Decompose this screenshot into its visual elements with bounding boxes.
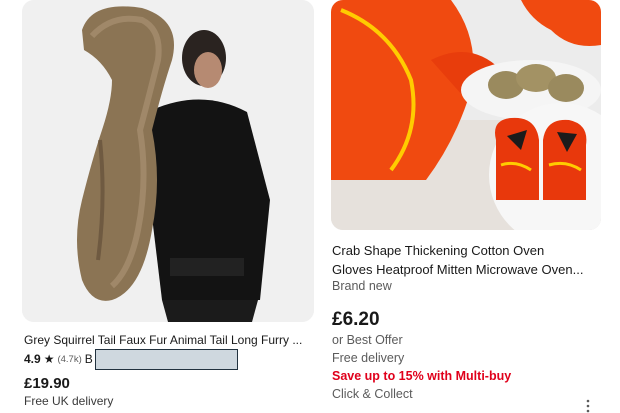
star-icon: ★ (43, 352, 55, 366)
rating-count: (4.7k) (57, 353, 82, 365)
listing-title[interactable]: Crab Shape Thickening Cotton Oven Gloves… (332, 241, 602, 279)
delivery-info: Free delivery (332, 351, 405, 365)
more-options-icon[interactable] (585, 399, 591, 413)
listing-title[interactable]: Grey Squirrel Tail Faux Fur Animal Tail … (24, 331, 314, 350)
listing-title-line-1[interactable]: Crab Shape Thickening Cotton Oven (332, 241, 602, 260)
condition-label: Brand new (332, 279, 392, 293)
price: £19.90 (24, 375, 70, 392)
listing-image[interactable] (331, 0, 601, 230)
listing-image[interactable] (22, 0, 314, 322)
seller-prefix: B (84, 352, 93, 366)
redacted-box (95, 349, 238, 370)
delivery-info: Free UK delivery (24, 394, 114, 408)
click-and-collect: Click & Collect (332, 387, 413, 401)
listing-title-line-2[interactable]: Gloves Heatproof Mitten Microwave Oven..… (332, 260, 602, 279)
squirrel-tail-photo-icon (22, 0, 314, 322)
rating-value: 4.9 (24, 352, 41, 366)
multi-buy-promo: Save up to 15% with Multi-buy (332, 369, 512, 383)
crab-oven-gloves-photo-icon (331, 0, 601, 230)
rating: 4.9 ★ (4.7k) B (24, 352, 93, 366)
price: £6.20 (332, 309, 380, 330)
best-offer-label: or Best Offer (332, 333, 403, 347)
